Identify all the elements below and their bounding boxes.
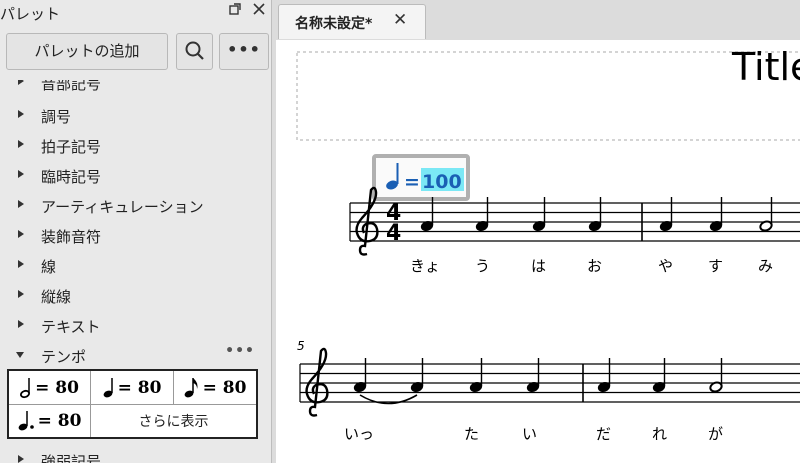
notes-measure-2[interactable] — [659, 197, 773, 232]
tempo-palette-grid: = 80 = 80 = 80 = 80 さらに表示 — [7, 369, 258, 439]
lyric-syllable[interactable]: た — [464, 425, 479, 443]
quarter-note-icon — [103, 377, 113, 397]
lyric-syllable[interactable]: お — [587, 257, 602, 275]
tempo-more-icon[interactable]: ••• — [225, 343, 255, 359]
tempo-cell-dotted-quarter-80[interactable]: = 80 — [9, 405, 91, 437]
time-sig-bottom: 4 — [386, 221, 401, 246]
lyric-syllable[interactable]: み — [758, 257, 773, 275]
lyric-syllable[interactable]: は — [531, 257, 546, 275]
close-tab-icon[interactable]: ✕ — [393, 10, 407, 30]
tempo-cell-quarter-80[interactable]: = 80 — [91, 371, 174, 405]
palette-category[interactable]: 拍子記号 — [0, 131, 271, 161]
lyric-syllable[interactable]: だ — [596, 425, 611, 443]
lyric-syllable[interactable]: う — [475, 257, 490, 275]
expand-arrow-icon — [18, 290, 24, 298]
document-tab[interactable]: 名称未設定* ✕ — [278, 4, 426, 39]
search-icon — [185, 41, 204, 60]
tempo-cell-eighth-80[interactable]: = 80 — [174, 371, 256, 405]
expand-arrow-icon — [18, 110, 24, 118]
search-button[interactable] — [176, 33, 213, 70]
palette-category[interactable]: 縦線 — [0, 281, 271, 311]
lyric-syllable[interactable]: いっ — [344, 425, 374, 443]
score-title[interactable]: Title — [731, 45, 800, 89]
expand-arrow-icon — [18, 320, 24, 328]
notes-measure-1[interactable] — [420, 197, 602, 232]
treble-clef-icon — [355, 186, 379, 256]
lyric-syllable[interactable]: が — [708, 425, 723, 443]
staff-system-2[interactable] — [299, 363, 800, 403]
collapse-arrow-icon — [16, 352, 24, 358]
expand-arrow-icon — [18, 230, 24, 238]
lyric-syllable[interactable]: い — [522, 425, 537, 443]
lyric-syllable[interactable]: れ — [652, 425, 667, 443]
palette-more-button[interactable]: ••• — [219, 33, 269, 70]
lyric-syllable[interactable]: す — [708, 257, 723, 275]
title-frame[interactable] — [296, 51, 800, 141]
tempo-value[interactable]: 100 — [422, 171, 462, 193]
tab-label: 名称未設定* — [295, 16, 373, 32]
treble-clef-icon — [305, 347, 329, 417]
expand-arrow-icon — [18, 170, 24, 178]
close-panel-icon[interactable] — [250, 3, 268, 19]
expand-arrow-icon — [18, 455, 24, 463]
lyrics-row-2[interactable]: いっ た い だ れ が — [344, 425, 723, 443]
palette-category[interactable]: テキスト — [0, 311, 271, 341]
tempo-cell-half-80[interactable]: = 80 — [9, 371, 91, 405]
score-canvas[interactable]: Title = 100 — [276, 40, 800, 463]
half-note-icon — [20, 377, 31, 398]
palette-title: パレット — [0, 5, 61, 23]
add-palette-button[interactable]: パレットの追加 — [6, 33, 168, 70]
notes-measure-6[interactable] — [597, 358, 723, 393]
tempo-equals: = — [404, 171, 420, 193]
score-page[interactable]: Title = 100 — [276, 40, 800, 463]
lyric-syllable[interactable]: きょ — [410, 257, 440, 275]
palette-category[interactable]: 線 — [0, 251, 271, 281]
palette-category[interactable]: 装飾音符 — [0, 221, 271, 251]
palette-category-dynamics[interactable]: 強弱記号 — [0, 446, 271, 463]
palette-category[interactable]: 臨時記号 — [0, 161, 271, 191]
palette-category-clefs[interactable]: 音部記号 — [0, 80, 271, 98]
expand-arrow-icon — [18, 260, 24, 268]
notes-measure-5[interactable] — [353, 358, 540, 393]
lyrics-row-1[interactable]: きょ う は お や す み — [410, 257, 773, 275]
expand-arrow-icon — [18, 200, 24, 208]
measure-number: 5 — [297, 339, 305, 353]
eighth-note-icon — [184, 377, 198, 397]
palette-category[interactable]: アーティキュレーション — [0, 191, 271, 221]
palette-category[interactable]: 調号 — [0, 101, 271, 131]
expand-arrow-icon — [18, 80, 24, 85]
undock-icon[interactable] — [226, 3, 244, 19]
lyric-syllable[interactable]: や — [658, 257, 673, 275]
dotted-quarter-note-icon — [18, 411, 34, 431]
score-view: 名称未設定* ✕ Title = 100 — [273, 0, 800, 463]
palette-panel: パレット パレットの追加 ••• 音部記号 調号 拍子記号 臨時記号 アーティキ… — [0, 0, 272, 463]
expand-arrow-icon — [18, 140, 24, 148]
show-more-button[interactable]: さらに表示 — [91, 405, 256, 437]
palette-category-tempo[interactable]: テンポ ••• — [0, 341, 271, 371]
staff-system-1[interactable] — [349, 202, 800, 242]
